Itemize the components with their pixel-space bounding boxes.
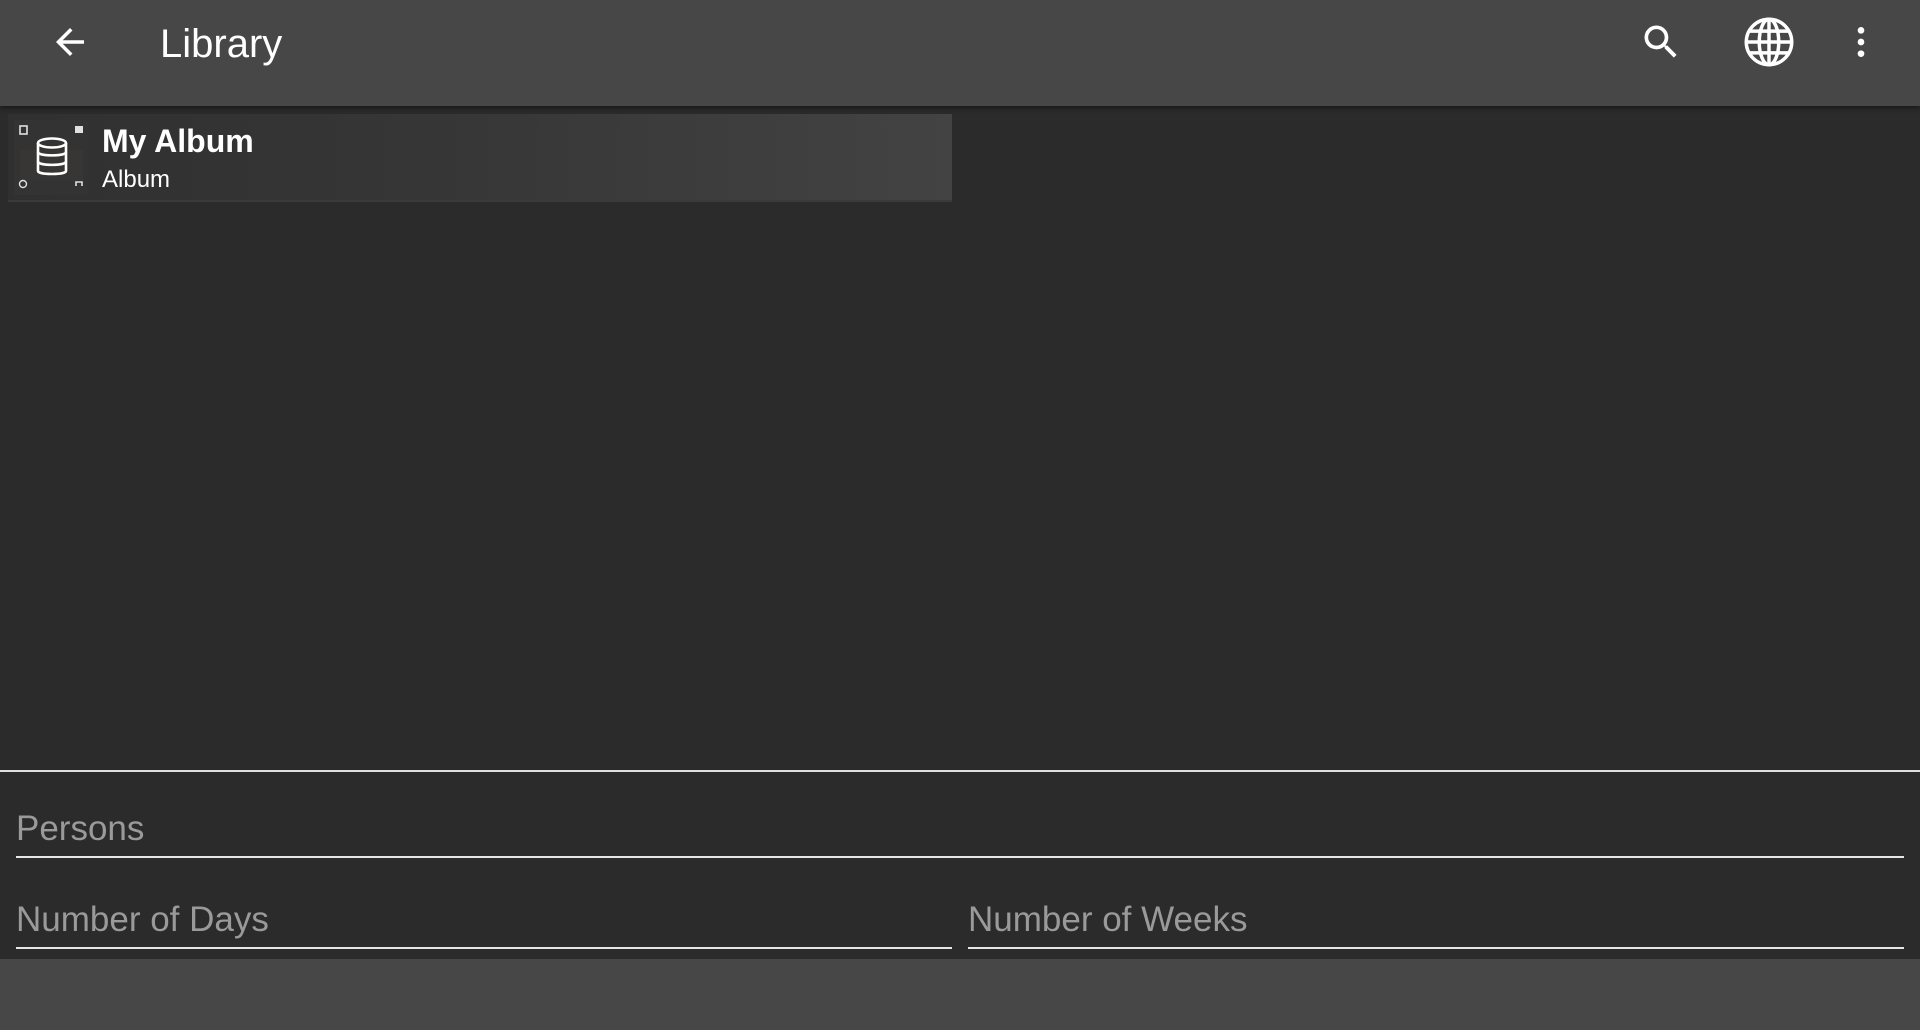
globe-icon <box>1744 17 1794 67</box>
app-bar: Library <box>0 0 1920 106</box>
back-button[interactable] <box>38 10 102 74</box>
persons-field <box>16 806 1904 858</box>
language-button[interactable] <box>1737 10 1801 74</box>
bottom-bar <box>0 959 1920 1030</box>
search-button[interactable] <box>1629 10 1693 74</box>
weeks-field <box>968 897 1904 949</box>
weeks-input[interactable] <box>968 897 1904 943</box>
more-options-button[interactable] <box>1829 10 1893 74</box>
more-vert-icon <box>1857 27 1865 57</box>
database-icon <box>36 137 68 176</box>
days-input[interactable] <box>16 897 952 943</box>
app-root: Library My Album Album Persons Number of… <box>0 0 1920 1030</box>
page-title: Library <box>160 22 283 66</box>
section-divider <box>0 770 1920 772</box>
album-thumbnail <box>14 120 89 195</box>
persons-input[interactable] <box>16 806 1904 852</box>
arrow-back-icon <box>56 28 84 56</box>
album-title: My Album <box>102 123 254 159</box>
days-field <box>16 897 952 949</box>
album-subtitle: Album <box>102 166 171 193</box>
list-item[interactable]: My Album Album <box>8 114 952 202</box>
search-icon <box>1644 25 1677 58</box>
